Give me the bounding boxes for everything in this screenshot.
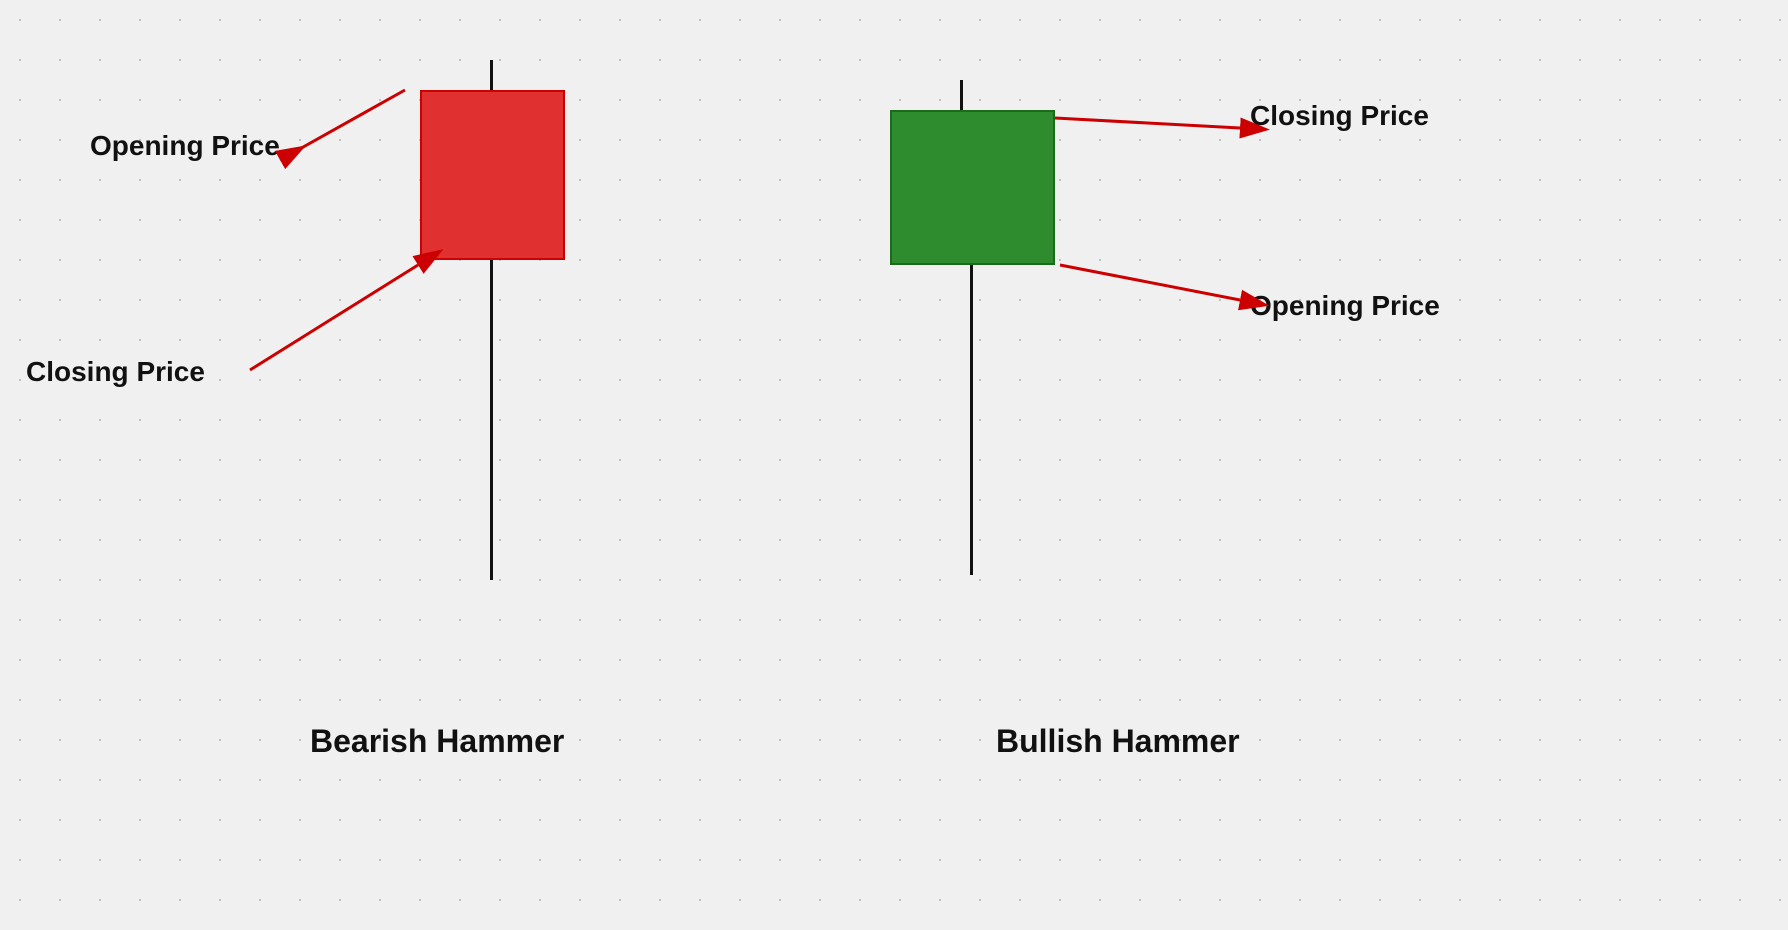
bearish-opening-price-label: Opening Price bbox=[90, 130, 280, 162]
bullish-wick-bottom bbox=[970, 265, 973, 575]
bearish-wick-top bbox=[490, 60, 493, 92]
bearish-closing-arrow bbox=[250, 265, 418, 370]
bearish-hammer-title: Bearish Hammer bbox=[310, 723, 564, 760]
bearish-body bbox=[420, 90, 565, 260]
bearish-opening-arrow bbox=[280, 90, 405, 160]
bullish-opening-price-label: Opening Price bbox=[1250, 290, 1440, 322]
bullish-wick-top bbox=[960, 80, 963, 112]
bullish-opening-arrow bbox=[1060, 265, 1240, 300]
bullish-closing-arrow bbox=[1055, 118, 1240, 128]
diagram-container: Opening Price Closing Price Bearish Hamm… bbox=[0, 0, 1788, 930]
bullish-hammer-title: Bullish Hammer bbox=[996, 723, 1240, 760]
bullish-closing-price-label: Closing Price bbox=[1250, 100, 1429, 132]
bearish-wick-bottom bbox=[490, 260, 493, 580]
bearish-closing-price-label: Closing Price bbox=[26, 356, 205, 388]
bullish-body bbox=[890, 110, 1055, 265]
